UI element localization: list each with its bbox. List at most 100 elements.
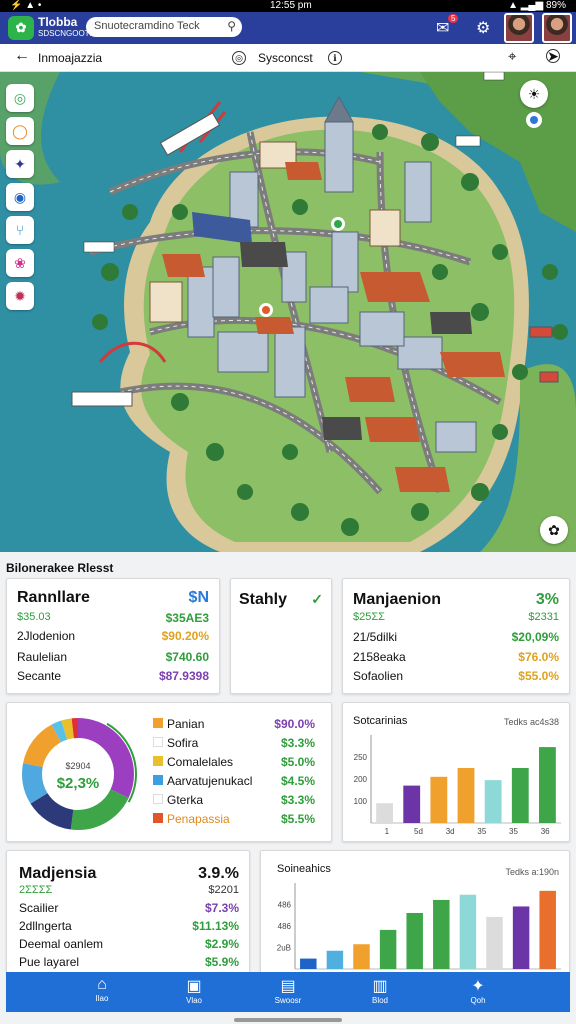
card-row-label: $35.03 <box>17 611 51 623</box>
route-tool[interactable]: ✦ <box>6 150 34 178</box>
legend-value: $90.0% <box>274 717 315 731</box>
y-tick-label: 486 <box>278 901 292 910</box>
y-tick-label: 250 <box>354 753 368 762</box>
legend-swatch <box>153 718 163 728</box>
card-badge: 3% <box>535 591 559 608</box>
map-toolbar: ◎ ◯ ✦ ◉ ⑂ ❀ ✹ <box>6 84 34 315</box>
bar[interactable] <box>457 768 475 823</box>
card-row-label: Raulelian <box>17 650 68 664</box>
x-tick-label: 35 <box>477 827 486 836</box>
legend-swatch <box>153 756 163 766</box>
legend-value: $5.0% <box>280 755 315 769</box>
notification-badge: 5 <box>448 14 459 23</box>
compass-icon[interactable]: ◎ <box>232 51 246 65</box>
bar[interactable] <box>511 768 529 823</box>
stats-card-madjensia[interactable]: Madjensia 3.9.% 2ΣΣΣΣ $2201 Scailier $7.… <box>6 850 250 974</box>
bar-chart-card-2[interactable]: Soineahics Tedks a:190n 2uB 486 486 <box>260 850 570 974</box>
avatar-user[interactable] <box>504 13 534 43</box>
bar[interactable] <box>353 944 370 969</box>
y-tick-label: 486 <box>278 922 292 931</box>
traffic-tool[interactable]: ✹ <box>6 282 34 310</box>
stats-card-stahly[interactable]: Stahly ✓ <box>230 578 332 694</box>
layers-tool[interactable]: ◎ <box>6 84 34 112</box>
poi-tool[interactable]: ❀ <box>6 249 34 277</box>
nav-view[interactable]: ▣ Vlao <box>174 976 214 1005</box>
legend-label: Sofira <box>167 736 199 750</box>
bar[interactable] <box>430 776 448 823</box>
card-row-label: Scailier <box>19 901 59 915</box>
y-tick-label: 2uB <box>277 944 291 953</box>
legend-swatch <box>153 813 163 823</box>
pin-tool[interactable]: ◯ <box>6 117 34 145</box>
nav-more[interactable]: ✦ Qoh <box>458 976 498 1005</box>
bar[interactable] <box>326 950 344 969</box>
bar[interactable] <box>300 958 317 969</box>
nav-label: Blod <box>371 996 388 1005</box>
bar[interactable] <box>486 916 503 969</box>
messages-icon[interactable]: ✉ <box>436 18 449 38</box>
back-arrow-icon[interactable]: ← <box>14 47 30 65</box>
bar[interactable] <box>539 890 556 969</box>
card-row-label: Pue layarel <box>19 955 80 969</box>
stats-card-manjaenion[interactable]: Manjaenion 3% $25ΣΣ $2331 21/5dilki $20,… <box>342 578 570 694</box>
card-title: Rannllare <box>17 589 90 606</box>
x-tick-label: 3d <box>446 827 455 836</box>
map-pet-icon[interactable]: ✿ <box>540 516 568 544</box>
nav-home[interactable]: ⌂ Ilao <box>82 976 122 1003</box>
bottom-nav: ⌂ Ilao ▣ Vlao ▤ Swoosr ▥ Blod ✦ Qoh <box>6 972 570 1012</box>
brand-name: Tlobba <box>38 15 78 29</box>
card-row-label: 2dllngerta <box>19 919 72 933</box>
nav-blog[interactable]: ▥ Blod <box>360 976 400 1005</box>
bar[interactable] <box>406 912 423 969</box>
bar-chart-2: 2uB 486 486 <box>277 883 561 970</box>
search-input[interactable]: Snuotecramdino Teck ⚲ <box>86 17 242 37</box>
bar[interactable] <box>379 929 397 969</box>
layers-icon: ◎ <box>13 90 27 106</box>
info-icon[interactable]: ℹ <box>328 51 342 65</box>
card-title: Manjaenion <box>353 591 442 608</box>
x-tick-label: 5d <box>414 827 423 836</box>
card-row-value: $5.9% <box>204 955 239 969</box>
x-tick-label: 1 <box>385 827 390 836</box>
view-icon: ▣ <box>186 978 202 995</box>
map-canvas <box>0 72 576 552</box>
app-logo-icon[interactable]: ✿ <box>8 16 34 40</box>
stats-card-rannllare[interactable]: Rannllare $N $35.03 $35ΑΕ3 2Jlodenion $9… <box>6 578 220 694</box>
bar[interactable] <box>539 747 556 823</box>
card-row-label: 21/5dilki <box>353 630 398 644</box>
status-time: 12:55 pm <box>270 0 312 11</box>
page-title: Inmoajazzia <box>38 51 103 65</box>
location-pin-icon[interactable]: ⌖ <box>508 48 516 65</box>
bar[interactable] <box>459 894 477 969</box>
avatar-secondary[interactable] <box>542 13 572 43</box>
nav-label: Qoh <box>470 996 486 1005</box>
donut-card[interactable]: $2904 $2,3% Panian $90.0% Sofira $3.3% Comal… <box>6 702 332 842</box>
blog-icon: ▥ <box>372 978 388 995</box>
legend-label: Panian <box>167 717 205 731</box>
bar[interactable] <box>512 906 530 969</box>
card-row-label: $25ΣΣ <box>353 611 385 623</box>
legend-label: Penapassia <box>167 812 230 826</box>
bar[interactable] <box>376 803 393 823</box>
card-row-label: 2158eaka <box>353 650 406 664</box>
bar-chart-card-1[interactable]: Sotcarinias Tedks ac4s38 100 200 250 1 5d 3d 3… <box>342 702 570 842</box>
bar[interactable] <box>403 785 421 823</box>
bar[interactable] <box>433 899 450 969</box>
legend-label: Comalelales <box>167 755 234 769</box>
card-row-value: $11.13% <box>192 919 239 933</box>
filter-tool[interactable]: ⑂ <box>6 216 34 244</box>
legend-value: $3.3% <box>280 793 315 807</box>
settings-gear-icon[interactable]: ⚙ <box>476 18 490 38</box>
search-icon[interactable]: ⚲ <box>227 19 236 33</box>
bar[interactable] <box>484 780 502 823</box>
nav-search[interactable]: ▤ Swoosr <box>268 976 308 1005</box>
city-map[interactable] <box>0 72 576 552</box>
pin-icon: ◯ <box>12 123 28 139</box>
transit-tool[interactable]: ◉ <box>6 183 34 211</box>
map-lamp-icon[interactable]: ☀ <box>520 80 548 108</box>
legend-value: $4.5% <box>280 774 315 788</box>
location-bar: ← Inmoajazzia ◎ Sysconcst ℹ ⌖ ➤ <box>0 44 576 72</box>
home-icon: ⌂ <box>97 976 107 993</box>
card-row-label: Sofaolien <box>353 669 404 683</box>
navigate-icon[interactable]: ➤ <box>546 49 560 63</box>
